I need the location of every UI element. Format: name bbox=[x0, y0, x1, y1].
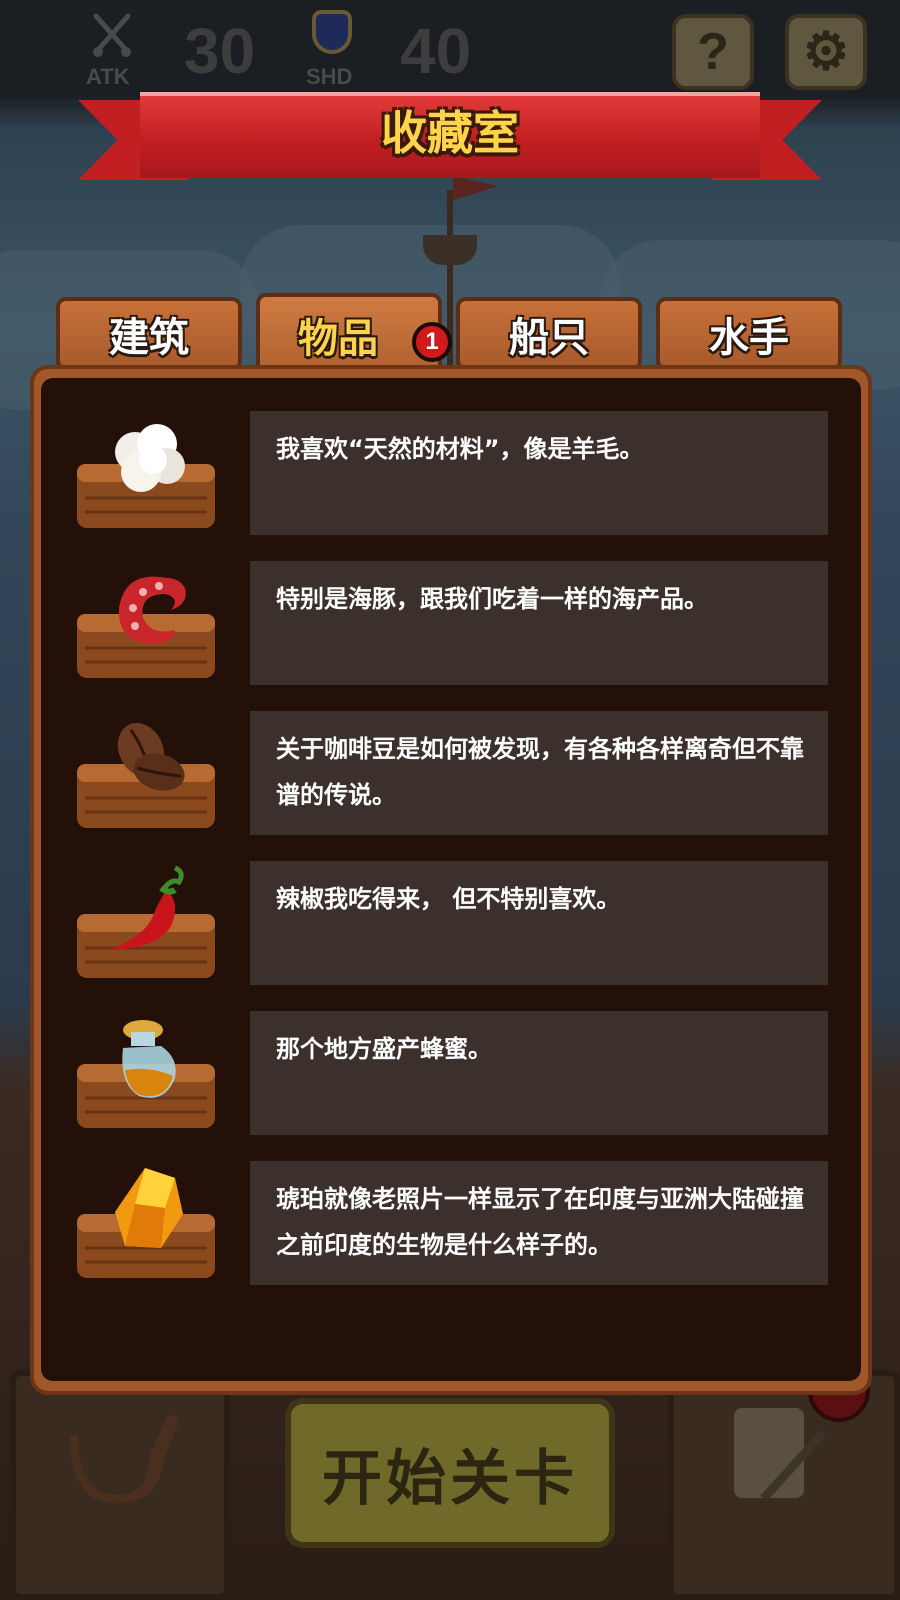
tab-sailors[interactable]: 水手 bbox=[656, 297, 842, 371]
honey-jar-icon bbox=[122, 1020, 176, 1098]
start-level-label: 开始关卡 bbox=[322, 1443, 578, 1514]
tab-label: 物品 bbox=[298, 316, 378, 362]
item-description: 辣椒我吃得来， 但不特别喜欢。 bbox=[276, 885, 621, 913]
item-description: 关于咖啡豆是如何被发现，有各种各样离奇但不靠谱的传说。 bbox=[276, 735, 804, 809]
tab-label: 水手 bbox=[709, 315, 789, 361]
crossed-swords-icon bbox=[93, 13, 131, 57]
scroll-quill-icon bbox=[734, 1408, 826, 1500]
item-description: 琥珀就像老照片一样显示了在印度与亚洲大陆碰撞之前印度的生物是什么样子的。 bbox=[276, 1185, 804, 1259]
item-description: 那个地方盛产蜂蜜。 bbox=[276, 1035, 492, 1063]
shield-icon bbox=[312, 10, 352, 54]
help-button[interactable]: ? bbox=[672, 14, 754, 90]
item-description: 我喜欢“天然的材料”，像是羊毛。 bbox=[276, 435, 644, 463]
start-level-button[interactable]: 开始关卡 bbox=[285, 1398, 615, 1548]
octopus-tentacle-icon bbox=[118, 576, 186, 644]
ship-crows-nest bbox=[423, 235, 477, 265]
ship-flag bbox=[453, 176, 499, 200]
shd-label: SHD bbox=[306, 64, 353, 89]
coffee-beans-icon bbox=[117, 722, 185, 791]
amber-gem-icon bbox=[115, 1168, 183, 1248]
atk-label: ATK bbox=[86, 64, 130, 89]
settings-button[interactable]: ⚙ bbox=[785, 14, 867, 90]
tab-ships[interactable]: 船只 bbox=[456, 297, 642, 371]
pipe-icon bbox=[70, 1415, 180, 1503]
tab-buildings[interactable]: 建筑 bbox=[56, 297, 242, 371]
tab-label: 建筑 bbox=[109, 315, 189, 361]
chili-pepper-icon bbox=[109, 865, 184, 950]
atk-value: 30 bbox=[184, 15, 256, 87]
tab-label: 船只 bbox=[509, 315, 589, 361]
wool-icon bbox=[115, 424, 185, 492]
gear-icon: ⚙ bbox=[802, 23, 850, 81]
top-hud: ATK 30 SHD 40 ? ⚙ bbox=[0, 0, 900, 95]
page-title: 收藏室 bbox=[381, 106, 519, 160]
new-items-badge: 1 bbox=[412, 322, 452, 362]
shd-value: 40 bbox=[400, 15, 472, 87]
question-mark-icon: ? bbox=[697, 23, 729, 81]
item-description: 特别是海豚，跟我们吃着一样的海产品。 bbox=[276, 585, 708, 613]
